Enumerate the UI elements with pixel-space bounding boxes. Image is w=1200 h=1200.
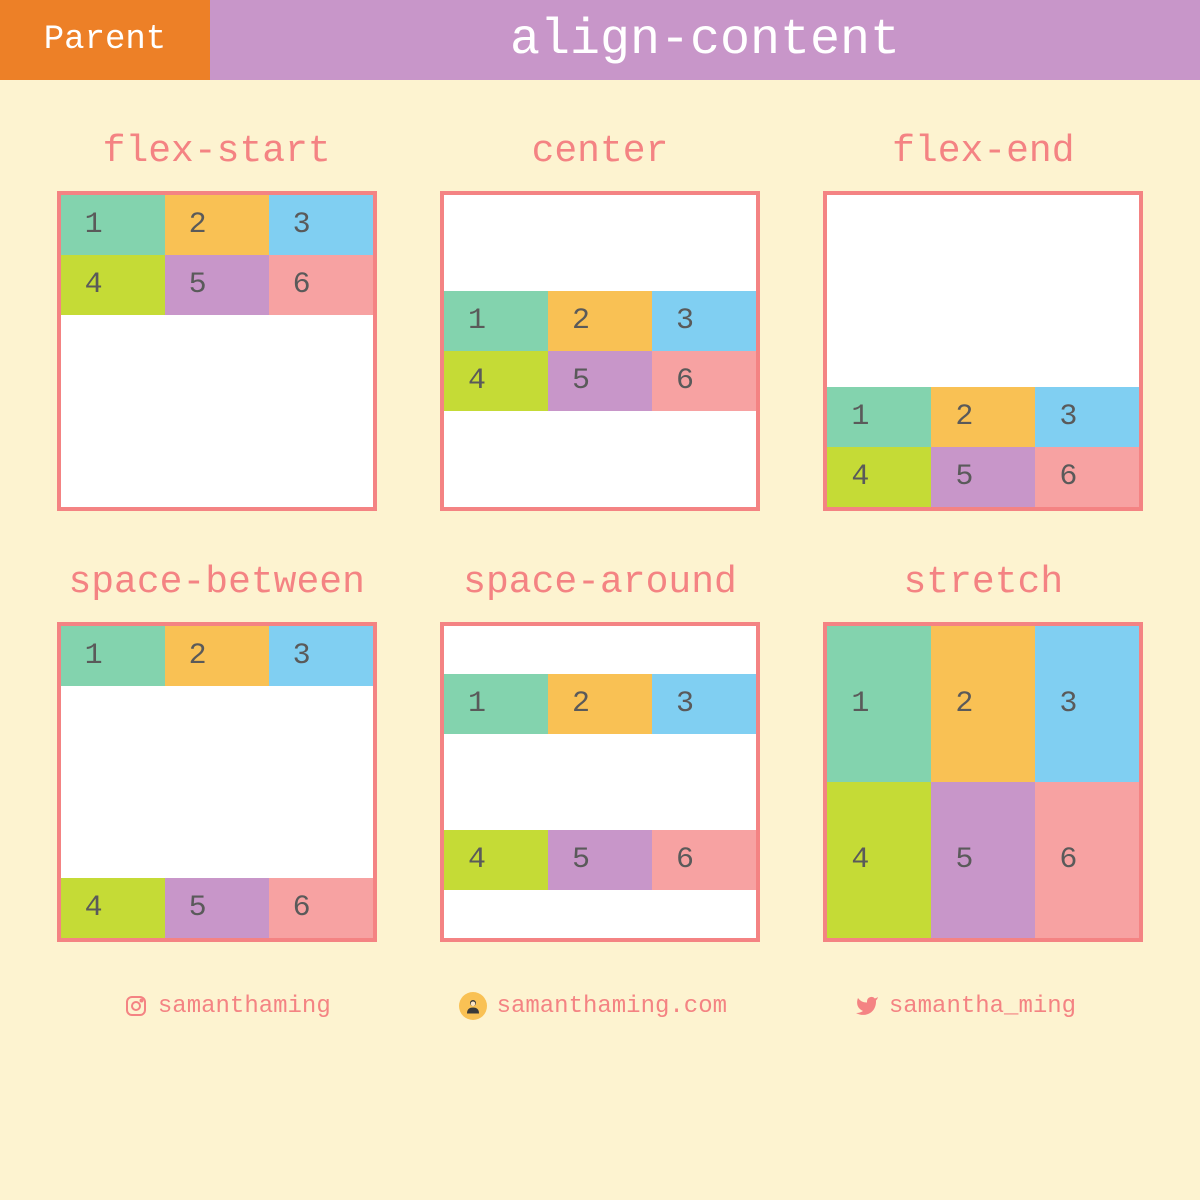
example-label: space-between (68, 561, 364, 604)
flex-item: 6 (1035, 447, 1139, 507)
header-tag: Parent (0, 0, 210, 80)
flex-item: 6 (269, 878, 373, 938)
avatar-icon (459, 992, 487, 1020)
flex-item: 6 (652, 830, 756, 890)
flex-item: 1 (827, 626, 931, 782)
footer-website[interactable]: samanthaming.com (459, 992, 727, 1020)
example-space-between: space-between 1 2 3 4 5 6 (55, 561, 378, 942)
flex-item: 4 (444, 351, 548, 411)
flex-item: 4 (827, 782, 931, 938)
flex-container: 1 2 3 4 5 6 (440, 622, 760, 942)
flex-container: 1 2 3 4 5 6 (57, 622, 377, 942)
example-label: center (532, 130, 669, 173)
flex-container: 1 2 3 4 5 6 (823, 191, 1143, 511)
flex-item: 4 (444, 830, 548, 890)
flex-container: 1 2 3 4 5 6 (440, 191, 760, 511)
flex-item: 1 (61, 626, 165, 686)
flex-item: 4 (827, 447, 931, 507)
flex-item: 5 (165, 255, 269, 315)
flex-item: 6 (269, 255, 373, 315)
example-flex-end: flex-end 1 2 3 4 5 6 (822, 130, 1145, 511)
footer-twitter-label: samantha_ming (889, 993, 1076, 1020)
flex-item: 4 (61, 255, 165, 315)
example-label: stretch (904, 561, 1064, 604)
flex-item: 5 (931, 447, 1035, 507)
example-center: center 1 2 3 4 5 6 (438, 130, 761, 511)
examples-grid: flex-start 1 2 3 4 5 6 center 1 2 3 4 5 … (0, 80, 1200, 962)
flex-item: 6 (1035, 782, 1139, 938)
flex-item: 2 (931, 626, 1035, 782)
flex-item: 2 (165, 626, 269, 686)
header: Parent align-content (0, 0, 1200, 80)
flex-item: 3 (269, 195, 373, 255)
flex-container: 1 2 3 4 5 6 (823, 622, 1143, 942)
example-label: space-around (463, 561, 737, 604)
flex-item: 3 (652, 291, 756, 351)
flex-item: 5 (548, 830, 652, 890)
example-flex-start: flex-start 1 2 3 4 5 6 (55, 130, 378, 511)
flex-item: 1 (444, 674, 548, 734)
flex-item: 5 (931, 782, 1035, 938)
flex-container: 1 2 3 4 5 6 (57, 191, 377, 511)
flex-item: 5 (165, 878, 269, 938)
header-title: align-content (210, 0, 1200, 80)
flex-item: 4 (61, 878, 165, 938)
footer-website-label: samanthaming.com (497, 993, 727, 1020)
flex-item: 2 (548, 674, 652, 734)
instagram-icon (124, 994, 148, 1018)
footer-instagram-label: samanthaming (158, 993, 331, 1020)
flex-item: 3 (269, 626, 373, 686)
twitter-icon (855, 994, 879, 1018)
footer: samanthaming samanthaming.com samantha_m… (0, 962, 1200, 1020)
example-label: flex-start (103, 130, 331, 173)
example-stretch: stretch 1 2 3 4 5 6 (822, 561, 1145, 942)
flex-item: 3 (1035, 387, 1139, 447)
example-label: flex-end (892, 130, 1074, 173)
flex-item: 1 (61, 195, 165, 255)
flex-item: 2 (165, 195, 269, 255)
flex-item: 1 (444, 291, 548, 351)
footer-twitter[interactable]: samantha_ming (855, 993, 1076, 1020)
flex-item: 3 (1035, 626, 1139, 782)
flex-item: 1 (827, 387, 931, 447)
flex-item: 2 (548, 291, 652, 351)
flex-item: 3 (652, 674, 756, 734)
flex-item: 5 (548, 351, 652, 411)
flex-item: 2 (931, 387, 1035, 447)
flex-item: 6 (652, 351, 756, 411)
footer-instagram[interactable]: samanthaming (124, 993, 331, 1020)
example-space-around: space-around 1 2 3 4 5 6 (438, 561, 761, 942)
